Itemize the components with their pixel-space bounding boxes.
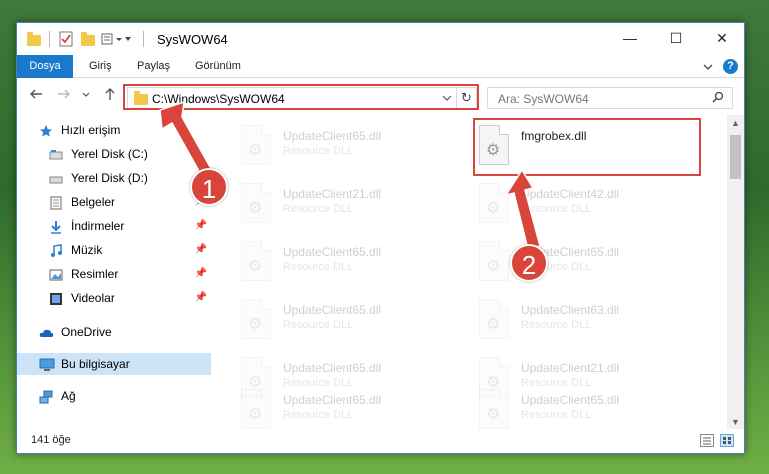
search-placeholder: Ara: SysWOW64 <box>498 92 589 106</box>
explorer-window: SysWOW64 — ☐ ✕ Dosya Giriş Paylaş Görünü… <box>16 22 745 454</box>
forward-arrow-icon[interactable] <box>57 87 71 105</box>
dll-file-icon: ⚙ <box>479 183 509 223</box>
up-arrow-icon[interactable] <box>103 87 117 105</box>
step-1-badge: 1 <box>190 168 228 206</box>
ribbon: Dosya Giriş Paylaş Görünüm ? <box>17 55 744 78</box>
minimize-button[interactable]: — <box>607 23 653 54</box>
properties-icon[interactable] <box>59 31 73 47</box>
tab-share[interactable]: Paylaş <box>137 55 170 78</box>
tab-view[interactable]: Görünüm <box>195 55 241 78</box>
computer-icon <box>39 357 55 371</box>
back-arrow-icon[interactable] <box>29 87 43 105</box>
close-button[interactable]: ✕ <box>699 23 744 54</box>
details-view-icon[interactable] <box>700 434 714 447</box>
navigation-pane: Hızlı erişim Yerel Disk (C:) Yerel Disk … <box>17 115 211 431</box>
scroll-thumb[interactable] <box>730 135 741 179</box>
tab-file[interactable]: Dosya <box>17 55 73 78</box>
file-item[interactable]: ⚙ UpdateClient65.dll Resource DLL <box>227 121 457 173</box>
title-bar: SysWOW64 — ☐ ✕ <box>17 23 744 55</box>
vertical-scrollbar[interactable]: ▲ ▼ <box>727 115 744 431</box>
step-2-badge: 2 <box>510 244 548 282</box>
folder-icon <box>27 31 41 47</box>
customize-icon[interactable] <box>101 31 131 47</box>
drive-icon <box>49 147 63 161</box>
file-item[interactable]: ⚙ UpdateClient21.dll Resource DLL <box>227 179 457 231</box>
dll-file-icon: ⚙ <box>241 125 271 165</box>
window-title: SysWOW64 <box>157 32 228 47</box>
chevron-down-icon[interactable] <box>700 59 716 75</box>
nav-item-downloads[interactable]: İndirmeler 📌 <box>17 215 211 237</box>
cloud-icon <box>39 325 54 339</box>
network-icon <box>39 389 53 404</box>
dll-file-icon: ⚙ <box>241 299 271 339</box>
dll-file-icon: ⚙ <box>241 389 271 429</box>
search-icon[interactable] <box>712 91 724 106</box>
dll-file-icon: ⚙ <box>241 183 271 223</box>
nav-onedrive[interactable]: OneDrive <box>17 321 211 343</box>
search-box[interactable]: Ara: SysWOW64 <box>487 87 733 109</box>
dll-file-icon: ⚙ <box>479 241 509 281</box>
download-icon <box>49 219 63 234</box>
video-icon <box>49 291 63 305</box>
pin-icon[interactable]: 📌 <box>195 239 207 261</box>
new-folder-icon[interactable] <box>81 31 95 47</box>
file-item[interactable]: ⚙ UpdateClient42.dll Resource DLL <box>465 179 695 231</box>
pictures-icon <box>49 267 63 281</box>
file-item[interactable]: ⚙ UpdateClient63.dll Resource DLL <box>465 295 695 347</box>
file-item[interactable]: ⚙ UpdateClient65.dll Resource DLL <box>227 237 457 289</box>
nav-item-videos[interactable]: Videolar 📌 <box>17 287 211 309</box>
scroll-up-icon[interactable]: ▲ <box>727 115 744 132</box>
dll-file-icon: ⚙ <box>479 299 509 339</box>
nav-item-documents[interactable]: Belgeler 📌 <box>17 191 211 213</box>
pin-icon[interactable]: 📌 <box>195 287 207 309</box>
drive-icon <box>49 171 63 185</box>
maximize-button[interactable]: ☐ <box>653 23 699 54</box>
file-highlight <box>473 118 701 176</box>
star-icon <box>39 123 53 137</box>
nav-item-music[interactable]: Müzik 📌 <box>17 239 211 261</box>
nav-item-disk-d[interactable]: Yerel Disk (D:) <box>17 167 211 189</box>
dll-file-icon: ⚙ <box>479 389 509 429</box>
item-count: 141 öğe <box>31 434 71 446</box>
nav-item-pictures[interactable]: Resimler 📌 <box>17 263 211 285</box>
document-icon <box>49 195 63 210</box>
pin-icon[interactable]: 📌 <box>195 215 207 237</box>
status-bar: 141 öğe <box>17 429 744 453</box>
address-bar-highlight <box>123 84 479 110</box>
file-item[interactable]: ⚙ UpdateClient65.dll Resource DLL <box>227 295 457 347</box>
help-icon[interactable]: ? <box>723 59 738 74</box>
large-icons-view-icon[interactable] <box>720 434 734 447</box>
nav-this-pc[interactable]: Bu bilgisayar <box>17 353 211 375</box>
separator <box>49 31 50 47</box>
nav-network[interactable]: Ağ <box>17 385 211 407</box>
pin-icon[interactable]: 📌 <box>195 263 207 285</box>
recent-locations-icon[interactable] <box>81 87 91 105</box>
nav-item-disk-c[interactable]: Yerel Disk (C:) <box>17 143 211 165</box>
file-item[interactable]: ⚙ UpdateClient65.dll Resource DLL <box>465 237 695 289</box>
music-icon <box>49 243 63 257</box>
tab-home[interactable]: Giriş <box>89 55 112 78</box>
nav-quick-access[interactable]: Hızlı erişim <box>17 119 211 141</box>
dll-file-icon: ⚙ <box>241 241 271 281</box>
separator <box>143 31 144 47</box>
